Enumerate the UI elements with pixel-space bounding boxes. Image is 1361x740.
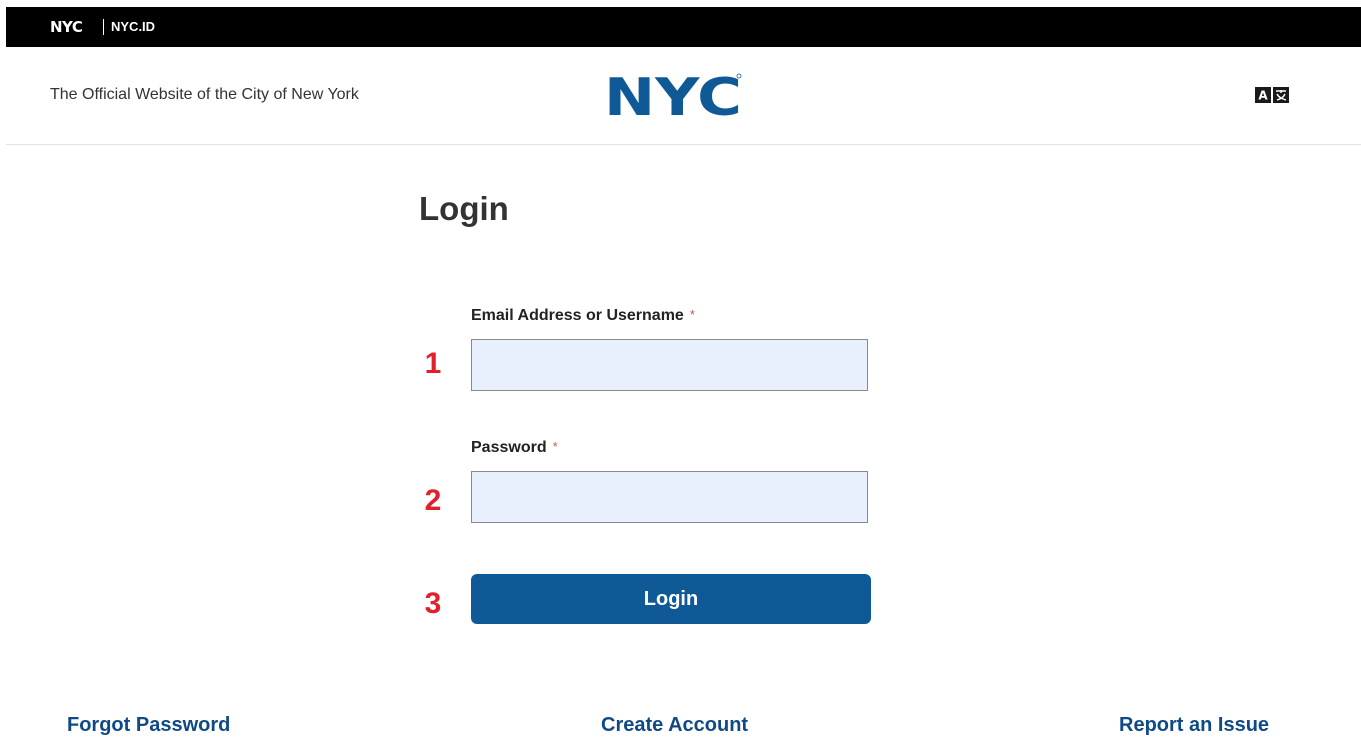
step-number-2: 2 xyxy=(424,484,442,517)
nyc-mini-logo[interactable]: NYC xyxy=(50,18,83,36)
email-username-input[interactable] xyxy=(471,339,868,391)
password-label-text: Password xyxy=(471,439,547,456)
page-title: Login xyxy=(419,190,509,227)
top-bar: NYC NYC.ID xyxy=(6,7,1361,47)
login-button[interactable]: Login xyxy=(471,574,871,624)
site-header: The Official Website of the City of New … xyxy=(6,47,1361,145)
step-number-3: 3 xyxy=(424,587,442,620)
page: NYC NYC.ID The Official Website of the C… xyxy=(0,0,1361,740)
required-marker: * xyxy=(552,439,558,454)
forgot-password-link[interactable]: Forgot Password xyxy=(67,714,230,737)
create-account-link[interactable]: Create Account xyxy=(601,714,748,737)
required-marker: * xyxy=(689,307,695,322)
nyc-logo[interactable]: NYC xyxy=(602,68,744,128)
email-label: Email Address or Username * xyxy=(471,307,695,325)
nyc-logo-text: NYC xyxy=(604,71,742,119)
password-input[interactable] xyxy=(471,471,868,523)
translate-button[interactable]: A xyxy=(1255,87,1289,103)
svg-text:A: A xyxy=(1258,89,1268,103)
nycid-app-name[interactable]: NYC.ID xyxy=(111,19,155,34)
password-label: Password * xyxy=(471,439,558,457)
site-tagline: The Official Website of the City of New … xyxy=(50,86,359,103)
translate-icon: A xyxy=(1255,87,1289,103)
step-number-1: 1 xyxy=(424,347,442,380)
topbar-divider xyxy=(103,19,104,35)
nyc-logo-graphic: NYC xyxy=(604,68,742,128)
email-label-text: Email Address or Username xyxy=(471,307,684,324)
report-issue-link[interactable]: Report an Issue xyxy=(1119,714,1269,737)
